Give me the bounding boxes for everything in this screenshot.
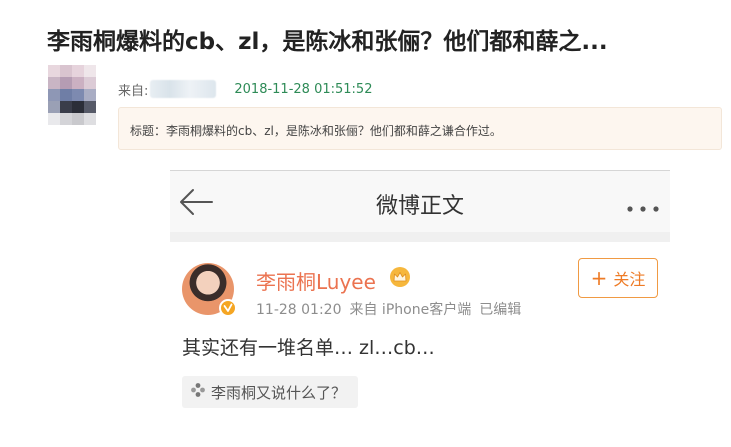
post-timestamp: 2018-11-28 01:51:52 <box>234 81 373 97</box>
plus-icon: + <box>590 266 608 290</box>
topic-text: 李雨桐又说什么了？ <box>211 383 347 402</box>
card-time: 11-28 01:20 <box>256 302 342 318</box>
subject-text: 标题：李雨桐爆料的cb、zl，是陈冰和张俪？他们都和薛之谦合作过。 <box>130 124 502 138</box>
card-meta: 11-28 01:20 来自 iPhone客户端 已编辑 <box>256 299 521 319</box>
post-meta-line: 来自: 2018-11-28 01:51:52 <box>118 79 372 99</box>
follow-label: 关注 <box>613 270 646 289</box>
follow-button[interactable]: + 关注 <box>578 258 658 298</box>
subject-box: 标题：李雨桐爆料的cb、zl，是陈冰和张俪？他们都和薛之谦合作过。 <box>118 107 722 150</box>
screenshot-page-title: 微博正文 <box>375 194 464 219</box>
card-source: 来自 iPhone客户端 <box>349 302 472 318</box>
user-name: 李雨桐Luyee <box>256 270 376 294</box>
card-body-text: 其实还有一堆名单… zl…cb… <box>182 337 435 359</box>
pinwheel-icon <box>190 382 206 402</box>
user-avatar <box>182 263 237 317</box>
more-dots-icon <box>626 198 660 212</box>
embedded-weibo-screenshot: 微博正文 李雨桐Luyee 11-28 01:20 来自 iPhone客户端 已… <box>170 170 670 447</box>
screenshot-separator <box>170 232 670 242</box>
screenshot-header: 微博正文 <box>170 171 670 232</box>
source-link-blurred[interactable] <box>150 80 217 98</box>
from-label: 来自: <box>118 83 149 99</box>
post-title: 李雨桐爆料的cb、zl，是陈冰和张俪？他们都和薛之... <box>47 29 608 55</box>
verified-icon <box>219 299 237 317</box>
card-edited: 已编辑 <box>479 302 522 318</box>
topic-chip[interactable]: 李雨桐又说什么了？ <box>182 376 359 408</box>
avatar <box>48 65 96 125</box>
crown-icon <box>388 266 412 288</box>
weibo-card: 李雨桐Luyee 11-28 01:20 来自 iPhone客户端 已编辑 + 关注… <box>170 242 670 447</box>
